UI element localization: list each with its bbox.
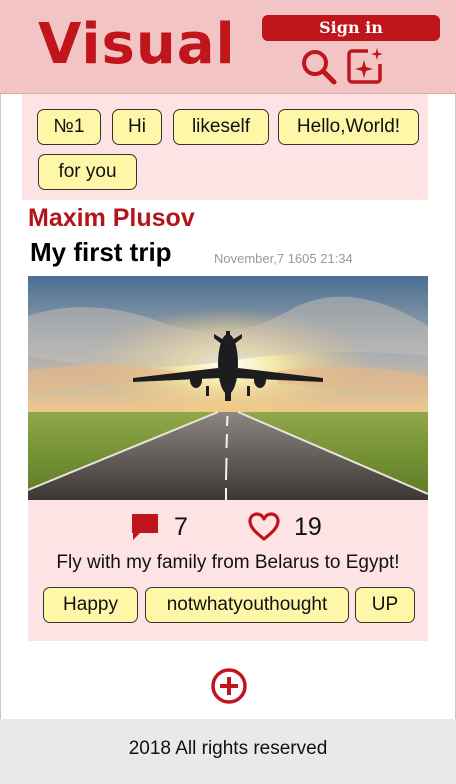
tag-for-you[interactable]: for you	[38, 154, 137, 190]
tag-happy[interactable]: Happy	[43, 587, 138, 623]
post-footer: 7 19 Fly with my family from Belarus to …	[28, 500, 428, 641]
post-caption: Fly with my family from Belarus to Egypt…	[56, 552, 400, 573]
add-circle-icon[interactable]	[210, 667, 248, 705]
post-author[interactable]: Maxim Plusov	[28, 204, 195, 233]
tag-up[interactable]: UP	[355, 587, 415, 623]
post-image	[28, 276, 428, 500]
tag-hi[interactable]: Hi	[112, 109, 162, 145]
header: Visual Sign in	[0, 0, 456, 94]
tag-cloud: №1 Hi likeself Hello,World! for you	[22, 94, 428, 200]
search-icon[interactable]	[300, 48, 338, 86]
comment-count: 7	[174, 513, 188, 541]
post-date: November,7 1605 21:34	[214, 251, 353, 266]
post-title: My first trip	[30, 237, 172, 267]
tag-hello-world[interactable]: Hello,World!	[278, 109, 419, 145]
logo[interactable]: Visual	[38, 10, 236, 80]
tag-likeself[interactable]: likeself	[173, 109, 269, 145]
comment-icon[interactable]	[130, 512, 160, 547]
like-count: 19	[294, 513, 322, 541]
tag-notwhatyouthought[interactable]: notwhatyouthought	[145, 587, 349, 623]
sign-in-button[interactable]: Sign in	[262, 15, 440, 41]
tag-no1[interactable]: №1	[37, 109, 101, 145]
create-post-icon[interactable]	[346, 46, 384, 84]
heart-icon[interactable]	[247, 512, 281, 547]
footer: 2018 All rights reserved	[0, 719, 456, 784]
